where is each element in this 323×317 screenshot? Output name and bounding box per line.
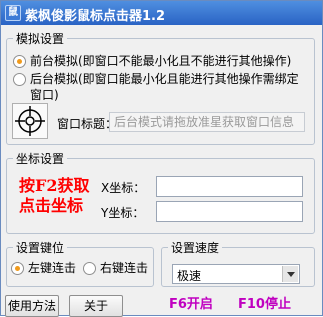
usage-button[interactable]: 使用方法 bbox=[5, 295, 59, 317]
app-icon: 鼠 bbox=[5, 5, 21, 21]
crosshair-drag-button[interactable] bbox=[12, 103, 48, 139]
crosshair-icon bbox=[15, 106, 45, 136]
background-mode-label-line1: 后台模拟(即窗口能最小化且能进行其他操作需绑定 bbox=[30, 72, 299, 86]
app-window: 鼠 紫枫俊影鼠标点击器1.2 模拟设置 前台模拟(即窗口不能最小化且不能进行其他… bbox=[0, 0, 323, 317]
window-title-field[interactable]: 后台模式请拖放准星获取窗口信息 bbox=[109, 112, 305, 132]
speed-select[interactable]: 极速 bbox=[172, 264, 300, 284]
right-click-radio[interactable]: 右键连击 bbox=[83, 260, 148, 276]
about-button[interactable]: 关于 bbox=[69, 295, 123, 317]
radio-indicator[interactable] bbox=[13, 73, 26, 86]
speed-settings-title: 设置速度 bbox=[168, 239, 223, 256]
coordinate-hint: 按F2获取 点击坐标 bbox=[19, 176, 90, 216]
left-click-radio[interactable]: 左键连击 bbox=[11, 260, 76, 276]
y-coordinate-label: Y坐标： bbox=[101, 206, 145, 220]
right-click-label: 右键连击 bbox=[100, 261, 149, 275]
coordinate-settings-title: 坐标设置 bbox=[13, 150, 68, 167]
simulation-settings-title: 模拟设置 bbox=[13, 30, 68, 47]
coordinate-hint-line1: 按F2获取 bbox=[19, 176, 90, 195]
window-title-label: 窗口标题： bbox=[57, 117, 118, 131]
start-hotkey: F6开启 bbox=[169, 297, 213, 312]
window-title: 紫枫俊影鼠标点击器1.2 bbox=[25, 9, 166, 24]
background-mode-label-line2: 窗口) bbox=[30, 88, 59, 102]
foreground-mode-label: 前台模拟(即窗口不能最小化且不能进行其他操作) bbox=[30, 54, 292, 68]
key-settings-title: 设置键位 bbox=[13, 239, 68, 256]
hotkey-hints: F6开启 F10停止 bbox=[169, 293, 291, 312]
x-coordinate-label: X坐标： bbox=[101, 181, 146, 195]
left-click-label: 左键连击 bbox=[28, 261, 77, 275]
x-coordinate-input[interactable] bbox=[156, 176, 303, 197]
y-coordinate-input[interactable] bbox=[156, 201, 303, 222]
radio-indicator[interactable] bbox=[83, 262, 96, 275]
title-bar[interactable]: 鼠 紫枫俊影鼠标点击器1.2 bbox=[1, 1, 322, 25]
chevron-down-icon[interactable] bbox=[282, 266, 298, 282]
radio-indicator[interactable] bbox=[13, 55, 26, 68]
radio-indicator[interactable] bbox=[11, 262, 24, 275]
speed-selected-value: 极速 bbox=[177, 269, 202, 283]
stop-hotkey: F10停止 bbox=[238, 297, 291, 312]
background-mode-label: 后台模拟(即窗口能最小化且能进行其他操作需绑定 窗口) bbox=[30, 71, 299, 103]
coordinate-hint-line2: 点击坐标 bbox=[19, 196, 84, 215]
background-mode-radio[interactable]: 后台模拟(即窗口能最小化且能进行其他操作需绑定 窗口) bbox=[13, 71, 313, 103]
foreground-mode-radio[interactable]: 前台模拟(即窗口不能最小化且不能进行其他操作) bbox=[13, 53, 313, 69]
